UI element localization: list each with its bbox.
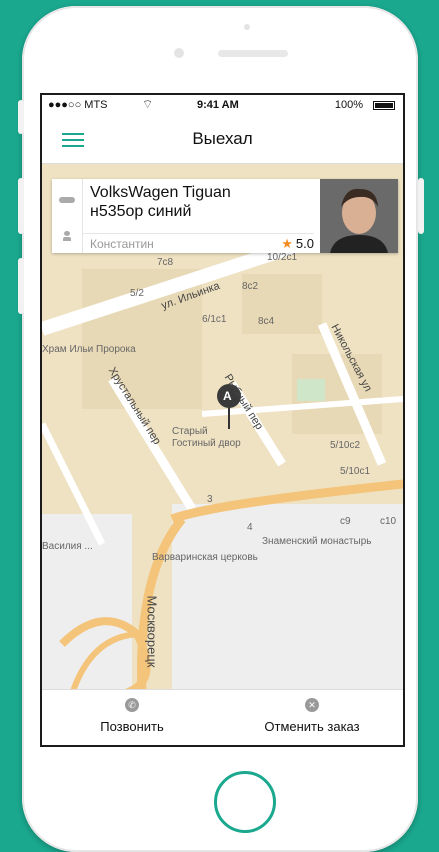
home-button[interactable] <box>214 771 276 833</box>
marker-label[interactable]: A <box>223 389 232 403</box>
place-label: Храм Ильи Пророка <box>42 344 136 355</box>
wifi-icon: ⌔ <box>142 97 154 111</box>
house-number: 5/10c2 <box>330 440 361 451</box>
front-sensor <box>244 24 250 30</box>
house-number: 8c4 <box>258 316 275 327</box>
cancel-order-button[interactable]: ✕ Отменить заказ <box>222 690 402 745</box>
status-bar: ●●●○○ MTS ⌔ 9:41 AM 100% <box>42 95 403 115</box>
driver-name: Константин <box>90 237 154 251</box>
call-label: Позвонить <box>100 719 164 734</box>
house-number: c10 <box>380 516 397 527</box>
car-plate-color: н535ор синий <box>90 203 192 220</box>
house-number: 6/1c1 <box>202 314 227 325</box>
driver-card[interactable]: VolksWagen Tiguan н535ор синий Константи… <box>52 179 398 253</box>
front-camera <box>174 48 184 58</box>
house-number: 5/10c1 <box>340 466 371 477</box>
card-icons <box>52 179 83 253</box>
carrier-label: ●●●○○ MTS <box>48 99 108 111</box>
driver-row: Константин ★ 5.0 <box>82 233 314 254</box>
house-number: 5/2 <box>130 288 144 299</box>
car-icon <box>59 197 75 203</box>
battery-percent: 100% <box>334 99 363 111</box>
rating-value: 5.0 <box>295 236 314 251</box>
star-icon: ★ <box>281 236 293 251</box>
cancel-label: Отменить заказ <box>264 719 360 734</box>
driver-avatar <box>320 179 398 253</box>
place-label: Знаменский монастырь <box>262 536 372 547</box>
close-icon: ✕ <box>305 698 319 712</box>
car-model: VolksWagen Tiguan <box>90 184 231 201</box>
house-number: 7c8 <box>157 257 174 268</box>
earpiece-speaker <box>218 50 288 57</box>
call-button[interactable]: ✆ Позвонить <box>42 690 222 745</box>
phone-icon: ✆ <box>125 698 139 712</box>
place-label: Старый Гостиный двор <box>172 426 241 449</box>
volume-up-button <box>18 178 24 234</box>
person-icon <box>63 231 71 241</box>
driver-rating: ★ 5.0 <box>281 236 314 252</box>
volume-down-button <box>18 258 24 314</box>
house-number: 3 <box>207 494 213 505</box>
house-number: 4 <box>247 522 253 533</box>
clock: 9:41 AM <box>197 99 239 111</box>
house-number: c9 <box>340 516 351 527</box>
place-label: Варваринская церковь <box>152 552 258 563</box>
action-bar: ✆ Позвонить ✕ Отменить заказ <box>42 689 403 745</box>
car-info: VolksWagen Tiguan н535ор синий <box>90 183 231 221</box>
power-button <box>418 178 424 234</box>
house-number: 8c2 <box>242 281 259 292</box>
phone-screen: ●●●○○ MTS ⌔ 9:41 AM 100% Выехал ул. Ильи… <box>40 93 405 747</box>
driver-photo <box>320 179 398 253</box>
battery-icon <box>373 101 395 110</box>
nav-bar: Выехал <box>42 115 403 164</box>
place-label: Василия ... <box>42 541 93 552</box>
mute-switch <box>18 100 24 134</box>
street-label: Москворецк <box>144 595 160 668</box>
page-title: Выехал <box>192 129 253 148</box>
